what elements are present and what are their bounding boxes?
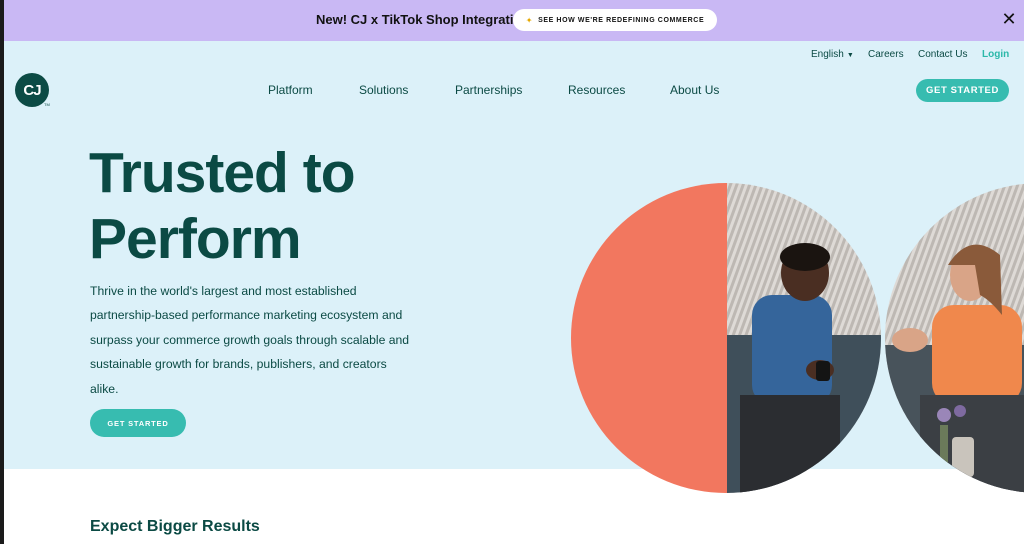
hero-get-started-button[interactable]: GET STARTED — [90, 409, 186, 437]
hero-headline: Trusted to Perform — [89, 140, 429, 272]
hero-illustration — [571, 183, 1024, 493]
caret-down-icon: ▼ — [846, 52, 854, 59]
coral-half — [571, 183, 727, 493]
nav-solutions[interactable]: Solutions — [359, 83, 408, 97]
logo-text: CJ — [23, 81, 41, 99]
headline-line-2: Perform — [89, 207, 302, 271]
announcement-bar: New! CJ x TikTok Shop Integration ✦ SEE … — [4, 0, 1024, 41]
announcement-cta-button[interactable]: ✦ SEE HOW WE'RE REDEFINING COMMERCE — [513, 9, 717, 31]
photo-circle-right — [885, 183, 1024, 493]
sparkle-icon: ✦ — [525, 15, 534, 25]
logo-trademark: TM — [44, 102, 50, 107]
nav-resources[interactable]: Resources — [568, 83, 625, 97]
login-link[interactable]: Login — [982, 49, 1009, 60]
language-selector[interactable]: English ▼ — [811, 49, 854, 60]
hero-body-text: Thrive in the world's largest and most e… — [90, 284, 410, 396]
contact-link[interactable]: Contact Us — [918, 49, 967, 60]
nav-partnerships[interactable]: Partnerships — [455, 83, 522, 97]
headline-line-1: Trusted to — [89, 141, 356, 205]
nav-about-us[interactable]: About Us — [670, 83, 719, 97]
close-icon[interactable]: ✕ — [1000, 10, 1018, 28]
photo-circle-left — [571, 183, 881, 493]
section-heading: Expect Bigger Results — [90, 518, 260, 535]
nav-platform[interactable]: Platform — [268, 83, 313, 97]
announcement-cta-label: SEE HOW WE'RE REDEFINING COMMERCE — [538, 16, 705, 24]
careers-link[interactable]: Careers — [868, 49, 904, 60]
language-label: English — [811, 49, 844, 60]
announcement-text: New! CJ x TikTok Shop Integration — [316, 12, 530, 27]
header-get-started-button[interactable]: GET STARTED — [916, 79, 1009, 102]
